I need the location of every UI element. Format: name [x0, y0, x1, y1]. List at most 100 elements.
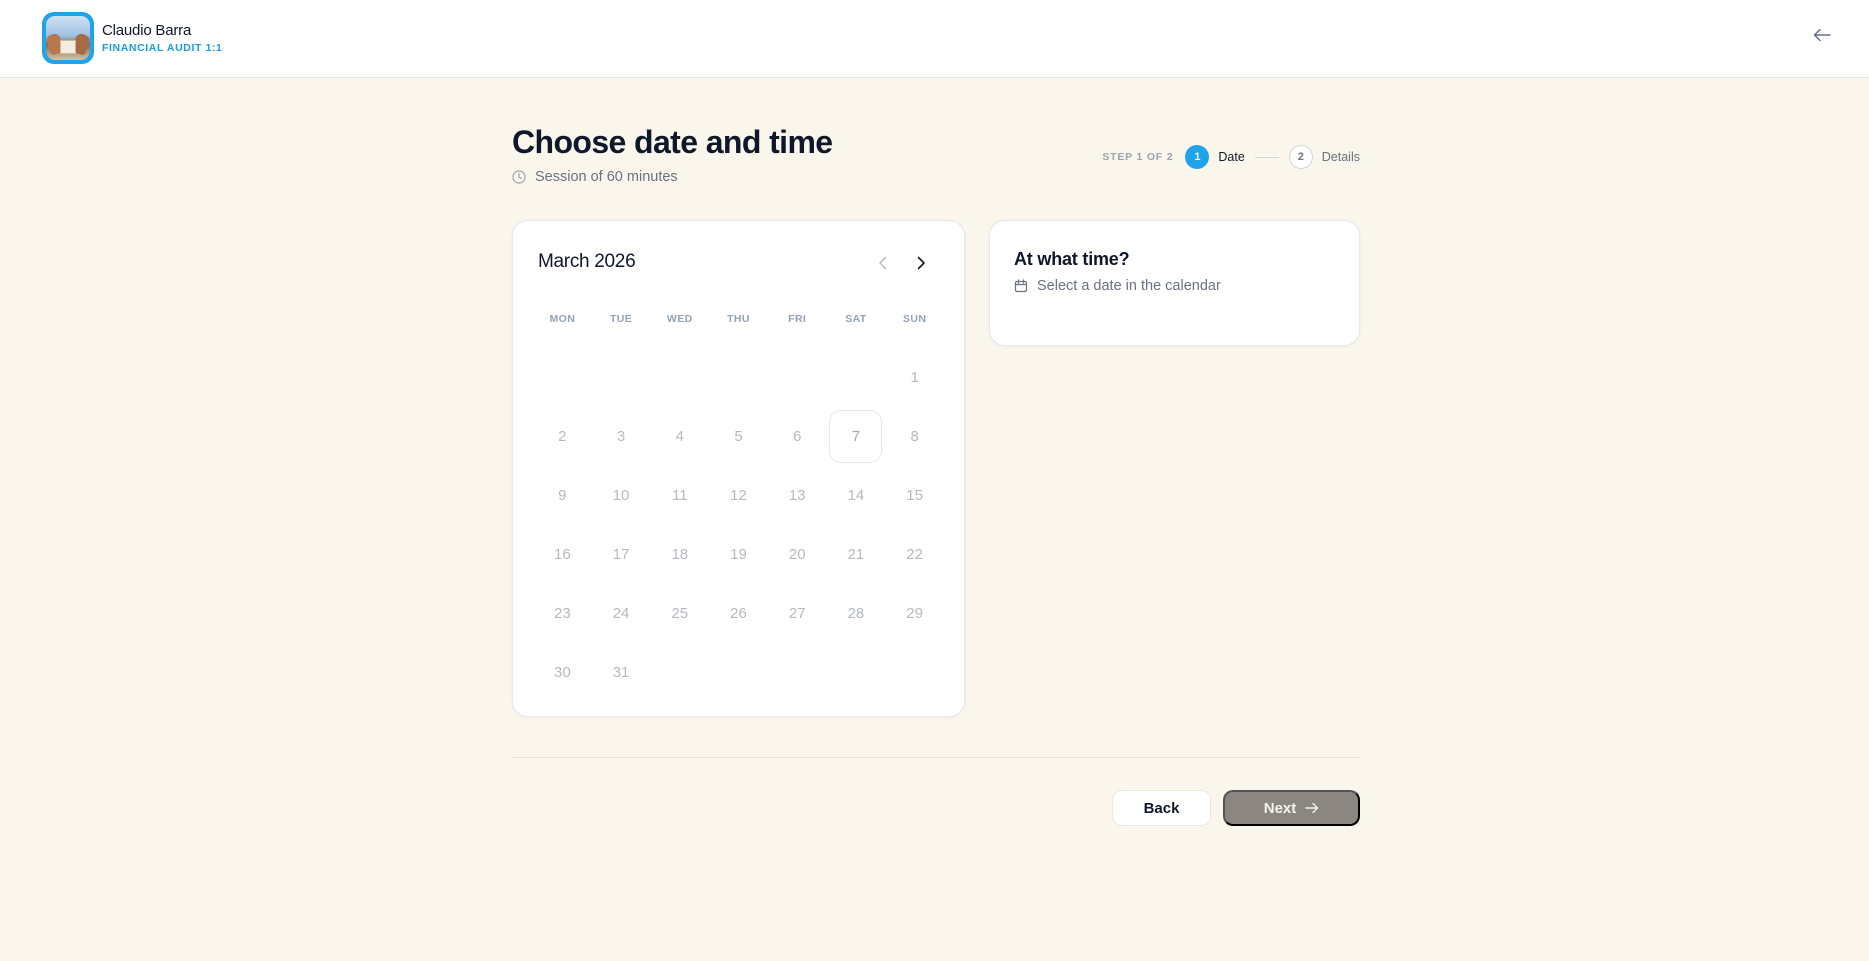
calendar-day-number: 8	[910, 428, 919, 445]
weekday-label: SAT	[845, 313, 867, 325]
calendar-day[interactable]: 30	[533, 643, 592, 702]
calendar-day-number: 28	[847, 605, 865, 622]
time-slot-card: At what time? Select a date in the calen…	[989, 220, 1360, 346]
calendar-day-number: 23	[554, 605, 571, 622]
previous-month-button[interactable]	[868, 249, 896, 277]
calendar-day[interactable]: 18	[650, 525, 709, 584]
calendar-day-number: 4	[675, 428, 684, 445]
session-type: FINANCIAL AUDIT 1:1	[102, 42, 223, 54]
calendar-day[interactable]: 3	[592, 407, 651, 466]
avatar	[42, 12, 94, 64]
weekday-label: TUE	[609, 313, 633, 325]
calendar-month-label: March 2026	[538, 251, 636, 272]
calendar-day-number: 11	[671, 487, 688, 504]
calendar-day[interactable]: 17	[592, 525, 651, 584]
calendar-day[interactable]: 7	[827, 407, 886, 466]
calendar-day-number	[595, 351, 648, 404]
step-1-indicator: 1	[1185, 145, 1210, 169]
chevron-left-icon	[878, 256, 886, 270]
weekday-label: SUN	[902, 313, 927, 325]
stepper: STEP 1 OF 2 1 Date 2 Details	[1102, 145, 1360, 169]
calendar-day[interactable]: 26	[709, 584, 768, 643]
calendar-day[interactable]: 11	[650, 466, 709, 525]
calendar-day-number: 24	[612, 605, 630, 622]
calendar-day[interactable]: 10	[592, 466, 651, 525]
step-count: STEP 1 OF 2	[1102, 151, 1174, 163]
calendar-day[interactable]: 31	[592, 643, 651, 702]
calendar-day-number	[712, 351, 765, 404]
calendar-day[interactable]: 23	[533, 584, 592, 643]
top-bar: Claudio Barra FINANCIAL AUDIT 1:1	[0, 0, 1869, 78]
calendar-day-number: 26	[730, 605, 747, 622]
calendar-day-empty	[592, 348, 651, 407]
calendar-day-number: 12	[730, 487, 747, 504]
chevron-right-icon	[917, 256, 925, 270]
time-panel-hint: Select a date in the calendar	[1014, 278, 1221, 294]
calendar-day[interactable]: 9	[533, 466, 592, 525]
calendar-day[interactable]: 29	[885, 584, 944, 643]
step-2-indicator: 2	[1288, 145, 1313, 169]
calendar-day[interactable]: 12	[709, 466, 768, 525]
calendar-day[interactable]: 8	[885, 407, 944, 466]
calendar-day[interactable]: 15	[885, 466, 944, 525]
next-button-label: Next	[1263, 799, 1297, 817]
calendar-day-number: 18	[671, 546, 689, 563]
back-button[interactable]: Back	[1112, 790, 1211, 826]
calendar-day-number: 22	[906, 546, 923, 563]
calendar-day[interactable]: 28	[827, 584, 886, 643]
step-connector	[1254, 156, 1279, 158]
calendar-day-number: 1	[910, 369, 919, 386]
calendar-day-number: 20	[788, 546, 806, 563]
calendar-day[interactable]: 4	[650, 407, 709, 466]
time-panel-hint-text: Select a date in the calendar	[1037, 278, 1221, 294]
calendar-day[interactable]: 13	[768, 466, 827, 525]
calendar-day-number	[829, 351, 882, 404]
weekday-label: WED	[666, 313, 693, 325]
calendar-card: March 2026 MON TUE WED THU FRI SAT SUN 1…	[512, 220, 965, 717]
calendar-day-number	[771, 351, 824, 404]
back-arrow-button[interactable]	[1809, 22, 1835, 48]
calendar-day-empty	[650, 348, 709, 407]
calendar-day[interactable]: 5	[709, 407, 768, 466]
calendar-day-number: 13	[788, 487, 806, 504]
calendar-day[interactable]: 16	[533, 525, 592, 584]
calendar-day[interactable]: 6	[768, 407, 827, 466]
next-button[interactable]: Next	[1223, 790, 1360, 826]
calendar-day-empty	[768, 348, 827, 407]
calendar-day[interactable]: 19	[709, 525, 768, 584]
calendar-day-number: 29	[906, 605, 923, 622]
page-title: Choose date and time	[512, 124, 833, 160]
calendar-day-number: 15	[906, 487, 923, 504]
calendar-day[interactable]: 24	[592, 584, 651, 643]
calendar-day[interactable]: 14	[827, 466, 886, 525]
calendar-day-empty	[533, 348, 592, 407]
weekday-label: THU	[727, 313, 750, 325]
calendar-day[interactable]: 22	[885, 525, 944, 584]
calendar-day-number: 21	[847, 546, 865, 563]
calendar-day[interactable]: 25	[650, 584, 709, 643]
calendar-day[interactable]: 1	[885, 348, 944, 407]
calendar-day[interactable]: 2	[533, 407, 592, 466]
arrow-left-icon	[1813, 28, 1831, 42]
calendar-day-number: 19	[730, 546, 747, 563]
calendar-day-number: 10	[612, 487, 630, 504]
footer-divider	[512, 757, 1360, 758]
time-panel-title: At what time?	[1014, 249, 1130, 269]
calendar-day-number: 14	[847, 487, 865, 504]
user-name: Claudio Barra	[102, 22, 192, 39]
weekday-label: MON	[549, 313, 576, 325]
weekday-header: MON TUE WED THU FRI SAT SUN	[533, 313, 944, 325]
calendar-day[interactable]: 21	[827, 525, 886, 584]
calendar-day[interactable]: 27	[768, 584, 827, 643]
next-month-button[interactable]	[907, 249, 935, 277]
calendar-day-number: 30	[554, 664, 571, 681]
weekday-label: FRI	[788, 313, 807, 325]
calendar-day-number	[536, 351, 589, 404]
calendar-day-number: 25	[671, 605, 689, 622]
calendar-day[interactable]: 20	[768, 525, 827, 584]
calendar-day-number	[653, 351, 706, 404]
calendar-day-number: 27	[788, 605, 806, 622]
step-2-label: Details	[1321, 150, 1360, 164]
calendar-day-empty	[827, 348, 886, 407]
calendar-day-number: 16	[554, 546, 571, 563]
